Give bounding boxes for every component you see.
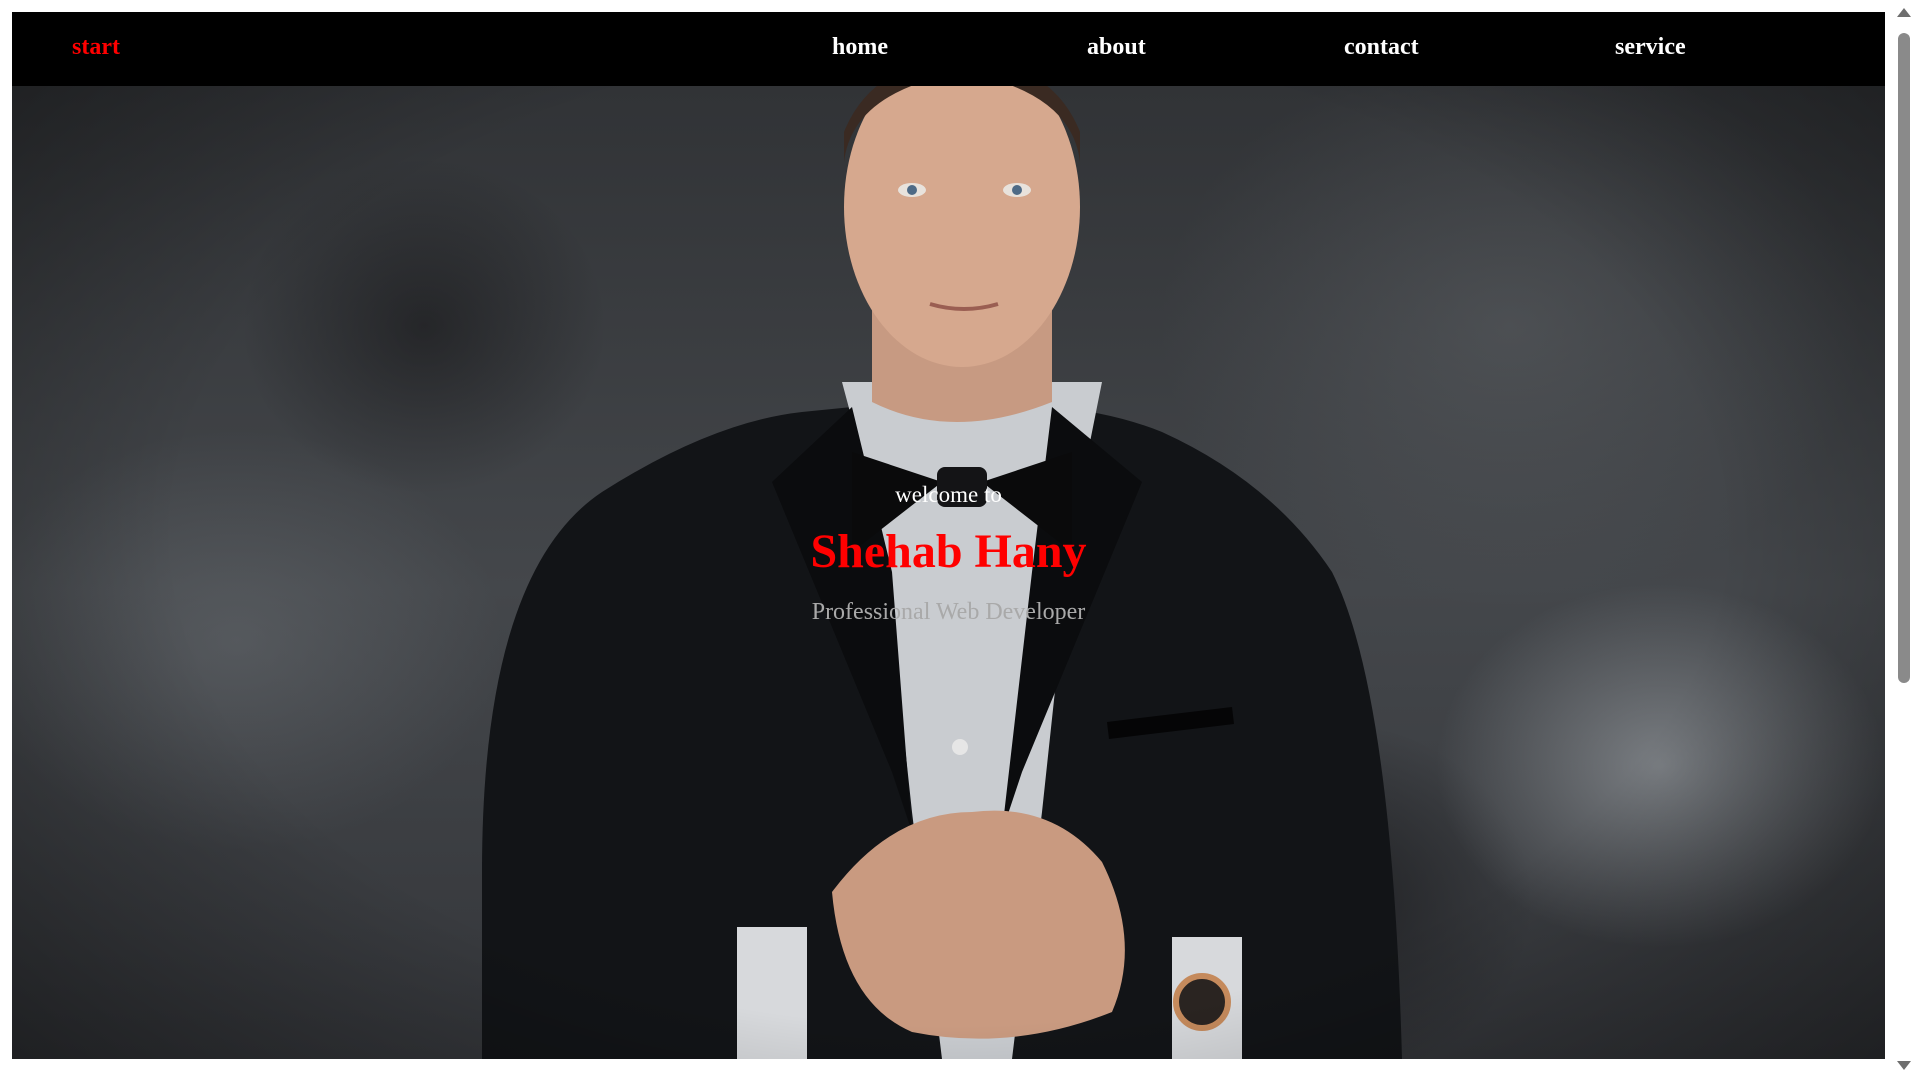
nav-link-home[interactable]: home: [832, 34, 888, 61]
nav-link-contact[interactable]: contact: [1344, 34, 1419, 61]
nav-link-service[interactable]: service: [1615, 34, 1686, 61]
vertical-scrollbar[interactable]: [1885, 0, 1920, 1080]
page: start home about contact service welcome…: [12, 12, 1885, 1059]
hero-name-heading: Shehab Hany: [810, 525, 1087, 578]
scrollbar-thumb[interactable]: [1898, 33, 1910, 683]
hero-text: welcome to Shehab Hany Professional Web …: [12, 482, 1885, 626]
nav-brand-start[interactable]: start: [72, 34, 120, 61]
scroll-up-arrow-icon[interactable]: [1897, 8, 1911, 17]
navbar: start home about contact service: [12, 12, 1885, 86]
hero-role-text: Professional Web Developer: [811, 599, 1086, 625]
nav-link-about[interactable]: about: [1087, 34, 1146, 61]
hero-welcome-text: welcome to: [895, 482, 1002, 507]
scroll-down-arrow-icon[interactable]: [1897, 1061, 1911, 1070]
